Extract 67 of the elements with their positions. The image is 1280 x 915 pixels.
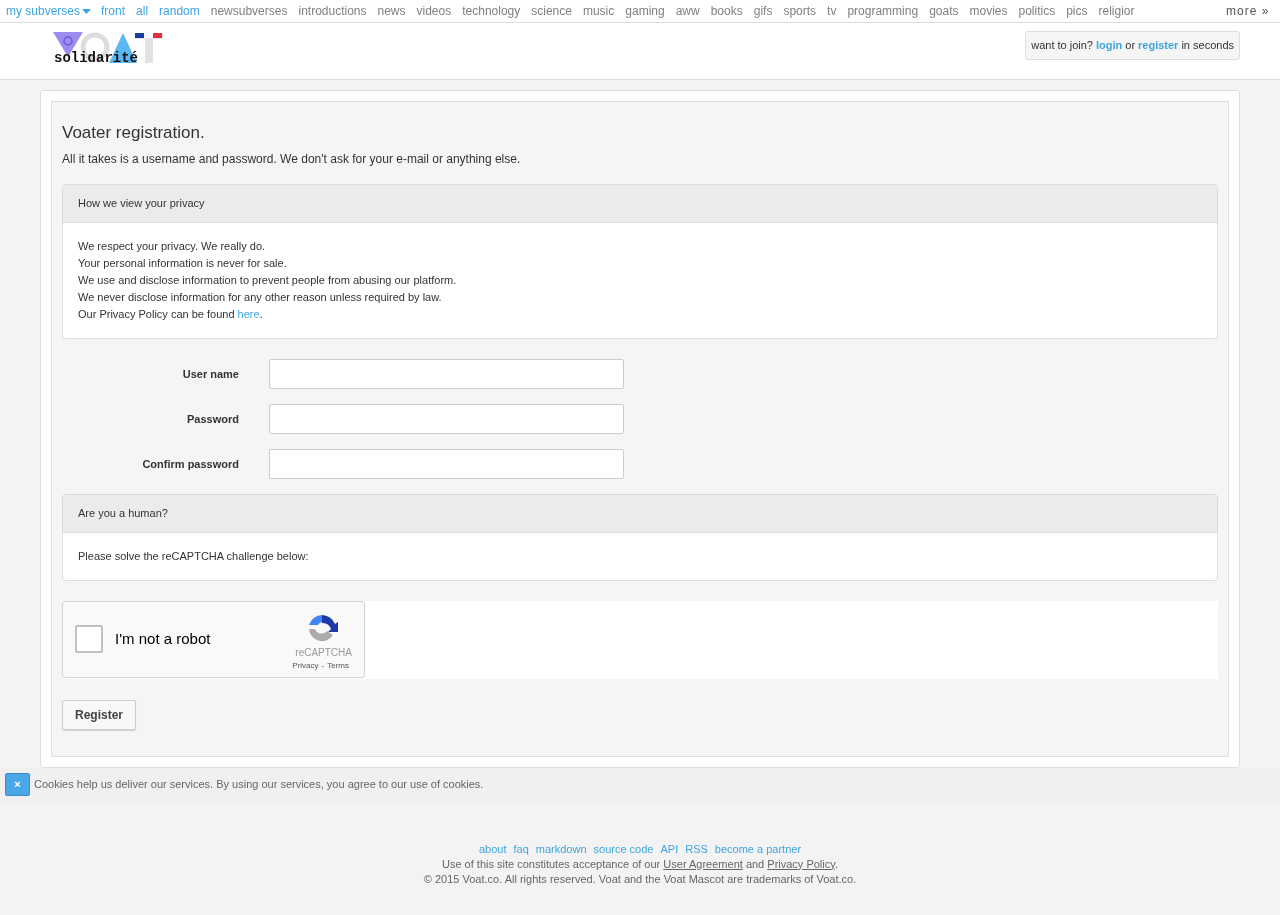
- join-text: or: [1125, 38, 1136, 53]
- terms-text: Use of this site constitutes acceptance of our User Agreement and Privacy Policy.: [442, 856, 838, 872]
- nav-link[interactable]: sports: [783, 2, 817, 20]
- nav-link[interactable]: gaming: [625, 2, 665, 20]
- footer-link[interactable]: about: [478, 841, 507, 857]
- cookie-notice: Cookies help us deliver our services. By using our services, you agree to our use of cookies.: [34, 777, 484, 793]
- privacy-text: We never disclose information for any other reason unless required by law.: [78, 290, 443, 305]
- privacy-policy-link[interactable]: Privacy Policy: [767, 857, 835, 870]
- footer-link[interactable]: API: [660, 841, 679, 857]
- intro-text: All it takes is a username and password. We don't ask for your e-mail or anything else.: [62, 151, 522, 168]
- subverses-dropdown[interactable]: my subverses: [6, 2, 92, 20]
- nav-link[interactable]: aww: [675, 2, 700, 20]
- nav-link[interactable]: front: [101, 2, 126, 20]
- join-text: want to join?: [1031, 38, 1093, 53]
- nav-link[interactable]: music: [582, 2, 615, 20]
- privacy-text: We use and disclose information to prevent people from abusing our platform.: [78, 273, 458, 288]
- register-link[interactable]: register: [1138, 37, 1179, 54]
- nav-link[interactable]: tv: [827, 2, 837, 20]
- captcha-label: I'm not a robot: [115, 628, 211, 649]
- nav-link[interactable]: videos: [416, 2, 452, 20]
- footer-link[interactable]: become a partner: [714, 841, 802, 857]
- login-link[interactable]: login: [1096, 37, 1123, 54]
- privacy-text: We respect your privacy. We really do.: [78, 239, 267, 254]
- nav-link[interactable]: newsubverses: [210, 2, 288, 20]
- field-label: Password: [186, 411, 239, 427]
- footer-link[interactable]: faq: [513, 841, 529, 857]
- nav-link[interactable]: introductions: [298, 2, 367, 20]
- field-label: User name: [181, 366, 239, 382]
- nav-link[interactable]: religior: [1098, 2, 1135, 20]
- nav-link[interactable]: random: [159, 2, 200, 20]
- page-title: Voater registration.: [62, 122, 206, 144]
- nav-link[interactable]: books: [710, 2, 743, 20]
- here-link[interactable]: here: [237, 308, 260, 320]
- panel-heading: Are you a human?: [63, 495, 1217, 533]
- register-button[interactable]: Register: [62, 699, 137, 730]
- nav-link[interactable]: gifs: [753, 2, 773, 20]
- captcha-instructions: Please solve the reCAPTCHA challenge below:: [77, 549, 310, 564]
- nav-link[interactable]: programming: [847, 2, 919, 20]
- privacy-text: Our Privacy Policy can be found here.: [78, 307, 264, 322]
- nav-link[interactable]: movies: [969, 2, 1008, 20]
- field-label: Confirm password: [141, 456, 239, 472]
- join-text: in seconds: [1181, 38, 1234, 53]
- privacy-text: Your personal information is never for sale.: [78, 256, 288, 271]
- caret-icon: [82, 8, 92, 14]
- nav-link[interactable]: technology: [462, 2, 521, 20]
- nav-link[interactable]: goats: [929, 2, 959, 20]
- more-link[interactable]: more »: [1226, 2, 1270, 20]
- close-button[interactable]: ×: [5, 773, 30, 796]
- user-agreement-link[interactable]: User Agreement: [663, 857, 743, 870]
- terms-link[interactable]: Terms: [327, 659, 349, 672]
- recaptcha-brand: reCAPTCHA: [295, 645, 352, 660]
- input-field[interactable]: [269, 359, 624, 389]
- footer-link[interactable]: source code: [593, 841, 654, 857]
- nav-link[interactable]: politics: [1018, 2, 1056, 20]
- captcha-checkbox[interactable]: [75, 625, 103, 653]
- privacy-link[interactable]: Privacy: [292, 659, 319, 672]
- nav-link[interactable]: science: [531, 2, 572, 20]
- separator-text: -: [321, 659, 325, 672]
- input-field[interactable]: [269, 449, 624, 479]
- panel-heading: How we view your privacy: [63, 185, 1217, 223]
- copyright-text: © 2015 Voat.co. All rights reserved. Voat and the Voat Mascot are trademarks of Voat.co.: [423, 871, 857, 887]
- nav-link[interactable]: all: [136, 2, 149, 20]
- footer-link[interactable]: RSS: [685, 841, 708, 857]
- nav-link[interactable]: pics: [1066, 2, 1088, 20]
- input-field[interactable]: [269, 404, 624, 434]
- footer-link[interactable]: markdown: [535, 841, 587, 857]
- nav-link[interactable]: news: [377, 2, 406, 20]
